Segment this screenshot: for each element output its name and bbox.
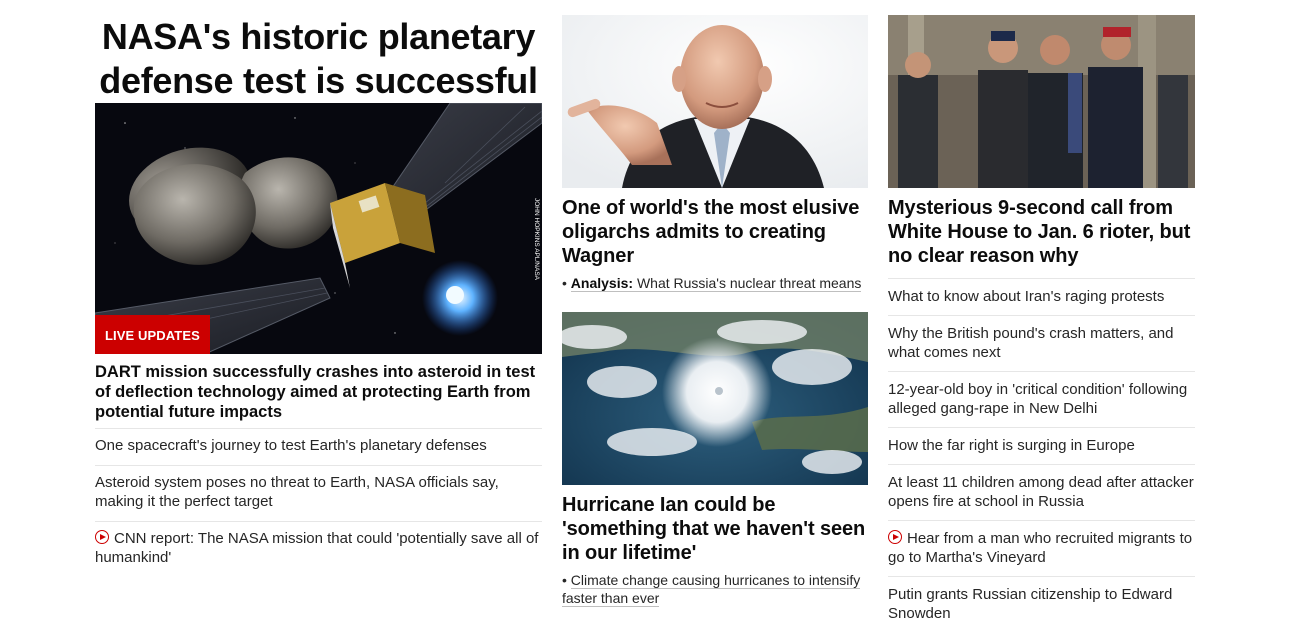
link-text[interactable]: Putin grants Russian citizenship to Edwa…	[888, 586, 1172, 622]
play-video-icon	[95, 530, 109, 544]
list-item[interactable]: Hear from a man who recruited migrants t…	[888, 520, 1195, 576]
live-updates-badge[interactable]: LIVE UPDATES	[95, 315, 210, 354]
play-video-icon	[888, 530, 902, 544]
story-headline[interactable]: Mysterious 9-second call from White Hous…	[888, 196, 1195, 268]
hurricane-satellite-image[interactable]	[562, 312, 868, 485]
image-credit: JOHN HOPKINS APL/NASA	[533, 198, 540, 281]
related-text[interactable]: What Russia's nuclear threat means	[637, 275, 861, 291]
link-text[interactable]: Asteroid system poses no threat to Earth…	[95, 474, 499, 510]
list-item[interactable]: CNN report: The NASA mission that could …	[95, 521, 542, 577]
list-item[interactable]: What to know about Iran's raging protest…	[888, 278, 1195, 315]
list-item[interactable]: At least 11 children among dead after at…	[888, 464, 1195, 520]
story-headline[interactable]: One of world's the most elusive oligarch…	[562, 196, 868, 268]
story-headline[interactable]: Hurricane Ian could be 'something that w…	[562, 493, 868, 565]
related-link[interactable]: • Climate change causing hurricanes to i…	[562, 571, 868, 607]
hurricane-photo	[562, 312, 868, 485]
oligarch-photo[interactable]	[562, 15, 868, 188]
link-text[interactable]: Why the British pound's crash matters, a…	[888, 325, 1174, 361]
list-item[interactable]: Why the British pound's crash matters, a…	[888, 315, 1195, 371]
middle-stories: One of world's the most elusive oligarch…	[562, 15, 868, 607]
list-item[interactable]: How the far right is surging in Europe	[888, 427, 1195, 464]
lead-story: NASA's historic planetary defense test i…	[95, 15, 542, 577]
link-text[interactable]: What to know about Iran's raging protest…	[888, 288, 1164, 305]
capitol-group-photo	[888, 15, 1195, 188]
man-pointing-photo	[562, 15, 868, 188]
link-text[interactable]: At least 11 children among dead after at…	[888, 474, 1194, 510]
list-item[interactable]: 12-year-old boy in 'critical condition' …	[888, 371, 1195, 427]
link-text[interactable]: 12-year-old boy in 'critical condition' …	[888, 381, 1187, 417]
lead-related-links: One spacecraft's journey to test Earth's…	[95, 428, 542, 577]
link-text[interactable]: One spacecraft's journey to test Earth's…	[95, 437, 487, 454]
link-text[interactable]: CNN report: The NASA mission that could …	[95, 530, 538, 566]
analysis-label: Analysis:	[570, 275, 634, 291]
right-stories: Mysterious 9-second call from White Hous…	[888, 15, 1195, 632]
right-related-links: What to know about Iran's raging protest…	[888, 278, 1195, 632]
list-item[interactable]: Asteroid system poses no threat to Earth…	[95, 465, 542, 521]
link-text[interactable]: Hear from a man who recruited migrants t…	[888, 530, 1192, 566]
rioters-photo[interactable]	[888, 15, 1195, 188]
lead-image[interactable]: JOHN HOPKINS APL/NASA LIVE UPDATES	[95, 103, 542, 354]
lead-headline[interactable]: NASA's historic planetary defense test i…	[95, 15, 542, 103]
related-text[interactable]: Climate change causing hurricanes to int…	[562, 572, 861, 607]
lead-summary[interactable]: DART mission successfully crashes into a…	[95, 362, 542, 422]
list-item[interactable]: One spacecraft's journey to test Earth's…	[95, 428, 542, 465]
related-link[interactable]: • Analysis: What Russia's nuclear threat…	[562, 274, 868, 292]
link-text[interactable]: How the far right is surging in Europe	[888, 437, 1135, 454]
list-item[interactable]: Putin grants Russian citizenship to Edwa…	[888, 576, 1195, 632]
